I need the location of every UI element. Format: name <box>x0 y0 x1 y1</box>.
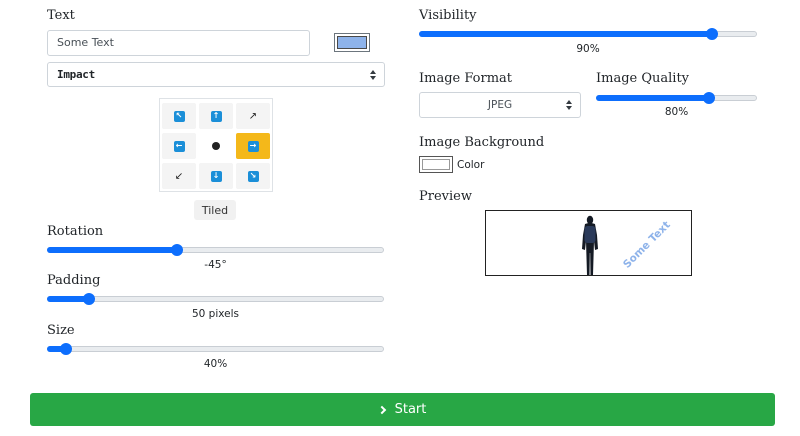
background-color-button[interactable]: Color <box>419 156 484 173</box>
preview-image: Some Text <box>582 215 673 275</box>
rotation-label: Rotation <box>47 224 104 239</box>
image-quality-label: Image Quality <box>596 71 690 86</box>
slider-track <box>47 346 384 352</box>
arrow-down-right-icon: ↘ <box>247 170 259 182</box>
image-quality-value: 80% <box>664 106 689 118</box>
position-bottom-right[interactable]: ↘ <box>236 163 270 189</box>
arrow-up-right-icon: ↗ <box>248 110 258 122</box>
slider-fill <box>419 31 712 37</box>
position-top[interactable]: ↑ <box>199 103 233 129</box>
text-color-swatch[interactable] <box>334 33 370 52</box>
slider-thumb[interactable] <box>83 293 95 305</box>
slider-thumb[interactable] <box>706 28 718 40</box>
select-caret-icon <box>566 100 572 110</box>
start-button[interactable]: Start <box>30 393 775 426</box>
arrow-left-icon: ← <box>173 140 185 152</box>
position-center[interactable] <box>199 133 233 159</box>
text-label: Text <box>47 8 75 23</box>
preview-box: Some Text <box>485 210 692 276</box>
visibility-value: 90% <box>576 43 600 55</box>
font-select-value: Impact <box>57 68 95 81</box>
person-silhouette-icon <box>582 215 598 275</box>
size-label: Size <box>47 323 75 338</box>
background-color-label: Color <box>457 158 485 171</box>
arrow-right-icon: → <box>247 140 259 152</box>
size-value: 40% <box>203 358 228 370</box>
tiled-button[interactable]: Tiled <box>194 200 236 220</box>
arrow-down-left-icon: ↙ <box>174 170 184 182</box>
padding-slider[interactable] <box>47 291 384 307</box>
position-right[interactable]: → <box>236 133 270 159</box>
position-top-right[interactable]: ↗ <box>236 103 270 129</box>
chevron-right-icon <box>377 405 386 414</box>
watermark-text-input[interactable]: Some Text <box>47 30 310 56</box>
preview-label: Preview <box>419 189 472 204</box>
size-slider[interactable] <box>47 341 384 357</box>
font-select[interactable]: Impact <box>47 62 385 87</box>
rotation-value: -45° <box>204 259 227 271</box>
slider-track <box>47 296 384 302</box>
text-color-fill <box>337 36 367 49</box>
background-color-fill <box>422 159 450 170</box>
position-top-left[interactable]: ↖ <box>162 103 196 129</box>
image-quality-slider[interactable] <box>596 90 757 106</box>
slider-thumb[interactable] <box>171 244 183 256</box>
center-dot-icon <box>212 142 220 150</box>
image-format-value: JPEG <box>487 99 513 111</box>
arrow-down-icon: ↓ <box>210 170 222 182</box>
slider-thumb[interactable] <box>60 343 72 355</box>
slider-thumb[interactable] <box>703 92 715 104</box>
visibility-slider[interactable] <box>419 26 757 42</box>
preview-watermark-text: Some Text <box>621 219 673 271</box>
arrow-up-icon: ↑ <box>210 110 222 122</box>
padding-value: 50 pixels <box>191 308 240 320</box>
position-grid: ↖ ↑ ↗ ← → ↙ ↓ ↘ <box>159 98 273 192</box>
padding-label: Padding <box>47 273 101 288</box>
position-bottom[interactable]: ↓ <box>199 163 233 189</box>
rotation-slider[interactable] <box>47 242 384 258</box>
image-format-label: Image Format <box>419 71 513 86</box>
start-button-label: Start <box>394 402 427 417</box>
slider-fill <box>47 247 177 253</box>
visibility-label: Visibility <box>419 8 477 23</box>
position-bottom-left[interactable]: ↙ <box>162 163 196 189</box>
arrow-up-left-icon: ↖ <box>173 110 185 122</box>
background-color-swatch <box>419 156 453 173</box>
position-left[interactable]: ← <box>162 133 196 159</box>
image-format-select[interactable]: JPEG <box>419 92 581 118</box>
slider-fill <box>596 95 709 101</box>
select-caret-icon <box>370 69 376 80</box>
image-background-label: Image Background <box>419 135 545 150</box>
